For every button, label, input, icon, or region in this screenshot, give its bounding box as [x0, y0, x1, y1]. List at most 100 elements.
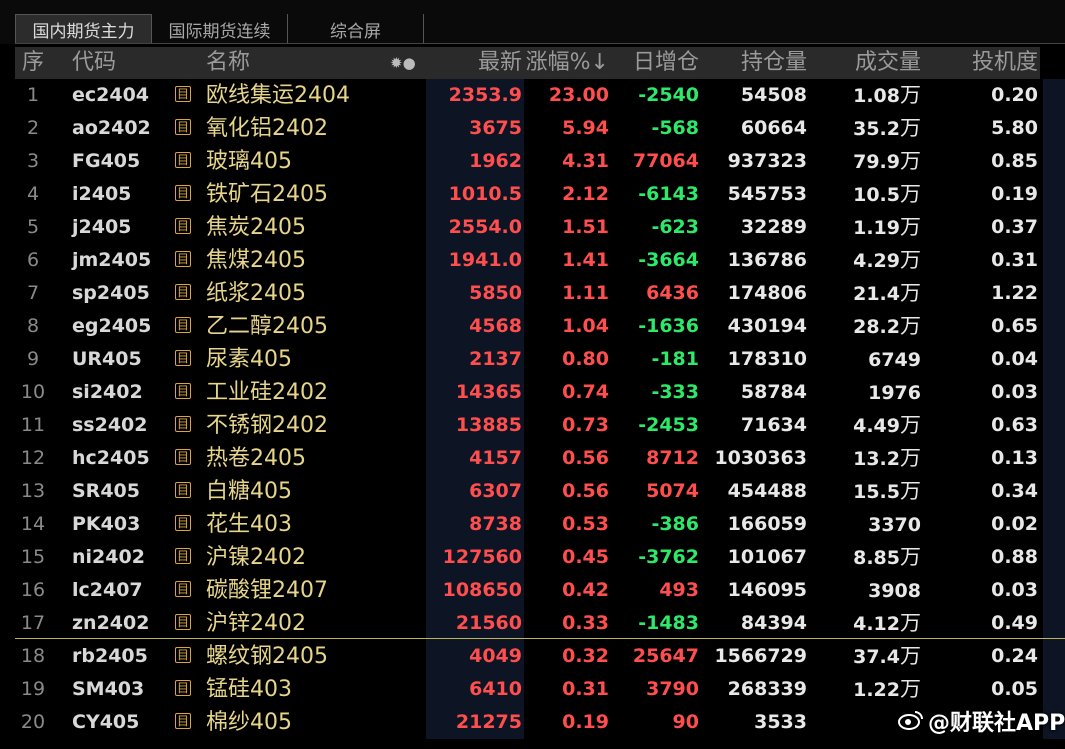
row-name: 玻璃405	[206, 149, 292, 174]
detail-icon[interactable]: 目	[175, 185, 191, 201]
table-row[interactable]: 5 j2405 目焦炭2405 2554.0 1.51 -623 32289 1.19万 0.3…	[15, 211, 1040, 244]
row-last-price: 1941.0	[448, 249, 522, 271]
tab-international-futures[interactable]: 国际期货连续	[152, 14, 288, 44]
table-row[interactable]: 6 jm2405 目焦煤2405 1941.0 1.41 -3664 136786 4.29万…	[15, 244, 1040, 277]
row-speculation: 0.24	[991, 645, 1038, 667]
row-volume-value: 10.5	[853, 184, 900, 206]
row-volume-value: 79.9	[853, 151, 900, 173]
header-speculation[interactable]: 投机度	[972, 47, 1038, 79]
table-row[interactable]: 17 zn2402 目沪锌2402 21560 0.33 -1483 84394 4.12万 0…	[15, 607, 1040, 640]
row-daily-oi-change: 77064	[632, 150, 699, 172]
detail-icon[interactable]: 目	[175, 218, 191, 234]
row-daily-oi-change: 3790	[646, 678, 699, 700]
row-seq: 9	[26, 348, 40, 370]
detail-icon[interactable]: 目	[175, 251, 191, 267]
header-daily-oi-change[interactable]: 日增仓	[633, 47, 699, 79]
header-volume[interactable]: 成交量	[855, 47, 921, 79]
row-volume: 1.19万	[853, 211, 921, 244]
row-open-interest: 136786	[727, 249, 807, 271]
row-volume-unit: 万	[900, 281, 921, 305]
weibo-icon	[898, 709, 924, 739]
tab-domestic-futures[interactable]: 国内期货主力	[15, 14, 152, 44]
row-code: i2405	[72, 183, 132, 205]
detail-icon[interactable]: 目	[175, 449, 191, 465]
detail-icon[interactable]: 目	[175, 680, 191, 696]
row-open-interest: 430194	[727, 315, 807, 337]
row-volume-unit: 万	[900, 545, 921, 569]
row-volume-unit: 万	[900, 611, 921, 635]
table-row[interactable]: 19 SM403 目锰硅403 6410 0.31 3790 268339 1.22万 0.05	[15, 673, 1040, 706]
table-row[interactable]: 4 i2405 目铁矿石2405 1010.5 2.12 -6143 545753 10.5万…	[15, 178, 1040, 211]
table-row[interactable]: 8 eg2405 目乙二醇2405 4568 1.04 -1636 430194 28.2万 0…	[15, 310, 1040, 343]
row-open-interest: 174806	[727, 282, 807, 304]
row-daily-oi-change: -623	[651, 216, 699, 238]
row-change-pct: 0.32	[562, 645, 609, 667]
table-row[interactable]: 14 PK403 目花生403 8738 0.53 -386 166059 3370 0.02	[15, 508, 1040, 541]
detail-icon[interactable]: 目	[175, 317, 191, 333]
row-name: 沪镍2402	[206, 545, 306, 570]
header-last[interactable]: 最新	[478, 47, 522, 79]
detail-icon[interactable]: 目	[175, 713, 191, 729]
row-last-price: 2353.9	[448, 84, 522, 106]
row-code: zn2402	[72, 612, 150, 634]
table-row[interactable]: 12 hc2405 目热卷2405 4157 0.56 8712 1030363 13.2万 0…	[15, 442, 1040, 475]
table-row[interactable]: 7 sp2405 目纸浆2405 5850 1.11 6436 174806 21.4万 1.2…	[15, 277, 1040, 310]
detail-icon[interactable]: 目	[175, 86, 191, 102]
header-code[interactable]: 代码	[72, 47, 116, 79]
detail-icon[interactable]: 目	[175, 548, 191, 564]
row-last-price: 3675	[469, 117, 522, 139]
detail-icon[interactable]: 目	[175, 581, 191, 597]
tab-composite-screen[interactable]: 综合屏	[288, 14, 424, 44]
table-row[interactable]: 2 ao2402 目氧化铝2402 3675 5.94 -568 60664 35.2万 5.8…	[15, 112, 1040, 145]
row-volume-unit: 万	[900, 149, 921, 173]
table-row[interactable]: 10 si2402 目工业硅2402 14365 0.74 -333 58784 1976 0.…	[15, 376, 1040, 409]
row-last-price: 6410	[469, 678, 522, 700]
detail-icon[interactable]: 目	[175, 350, 191, 366]
row-change-pct: 0.74	[562, 381, 609, 403]
row-daily-oi-change: -386	[651, 513, 699, 535]
row-volume-value: 4.12	[853, 613, 900, 635]
row-last-price: 21275	[455, 711, 522, 733]
table-row[interactable]: 1 ec2404 目欧线集运2404 2353.9 23.00 -2540 54508 1.0…	[15, 79, 1040, 112]
table-row[interactable]: 20 CY405 目棉纱405 21275 0.19 90 3533	[15, 706, 1040, 739]
table-row[interactable]: 18 rb2405 目螺纹钢2405 4049 0.32 25647 1566729 37.4…	[15, 640, 1040, 673]
detail-icon[interactable]: 目	[175, 416, 191, 432]
header-name[interactable]: 名称	[206, 47, 250, 79]
row-speculation: 0.19	[991, 183, 1038, 205]
row-open-interest: 32289	[740, 216, 807, 238]
row-change-pct: 0.53	[562, 513, 609, 535]
header-open-interest[interactable]: 持仓量	[741, 47, 807, 79]
row-name: 热卷2405	[206, 446, 306, 471]
detail-icon[interactable]: 目	[175, 119, 191, 135]
row-code: ec2404	[72, 84, 150, 106]
row-volume-value: 1976	[868, 382, 921, 404]
detail-icon[interactable]: 目	[175, 647, 191, 663]
row-volume: 15.5万	[853, 475, 921, 508]
detail-icon[interactable]: 目	[175, 152, 191, 168]
header-change-pct[interactable]: 涨幅%↓	[526, 47, 609, 79]
row-volume-value: 28.2	[853, 316, 900, 338]
row-name: 纸浆2405	[206, 281, 306, 306]
detail-icon[interactable]: 目	[175, 383, 191, 399]
row-code: jm2405	[72, 249, 152, 271]
row-change-pct: 0.56	[562, 480, 609, 502]
row-seq: 11	[20, 414, 46, 436]
row-volume-value: 6749	[868, 349, 921, 371]
row-volume-value: 21.4	[853, 283, 900, 305]
header-seq[interactable]: 序	[15, 47, 51, 79]
detail-icon[interactable]: 目	[175, 284, 191, 300]
table-row[interactable]: 3 FG405 目玻璃405 1962 4.31 77064 937323 79.9万 0.85	[15, 145, 1040, 178]
detail-icon[interactable]: 目	[175, 515, 191, 531]
header-settings-icon[interactable]: ✹●	[390, 47, 416, 79]
row-seq: 4	[26, 183, 40, 205]
table-row[interactable]: 11 ss2402 目不锈钢2402 13885 0.73 -2453 71634 4.49万…	[15, 409, 1040, 442]
table-row[interactable]: 13 SR405 目白糖405 6307 0.56 5074 454488 15.5万 0.34	[15, 475, 1040, 508]
row-change-pct: 0.73	[562, 414, 609, 436]
table-row[interactable]: 15 ni2402 目沪镍2402 127560 0.45 -3762 101067 8.85…	[15, 541, 1040, 574]
detail-icon[interactable]: 目	[175, 614, 191, 630]
table-row[interactable]: 9 UR405 目尿素405 2137 0.80 -181 178310 6749 0.04	[15, 343, 1040, 376]
row-change-pct: 0.45	[562, 546, 609, 568]
table-row[interactable]: 16 lc2407 目碳酸锂2407 108650 0.42 493 146095 3908 0…	[15, 574, 1040, 607]
row-name: 氧化铝2402	[206, 116, 328, 141]
detail-icon[interactable]: 目	[175, 482, 191, 498]
